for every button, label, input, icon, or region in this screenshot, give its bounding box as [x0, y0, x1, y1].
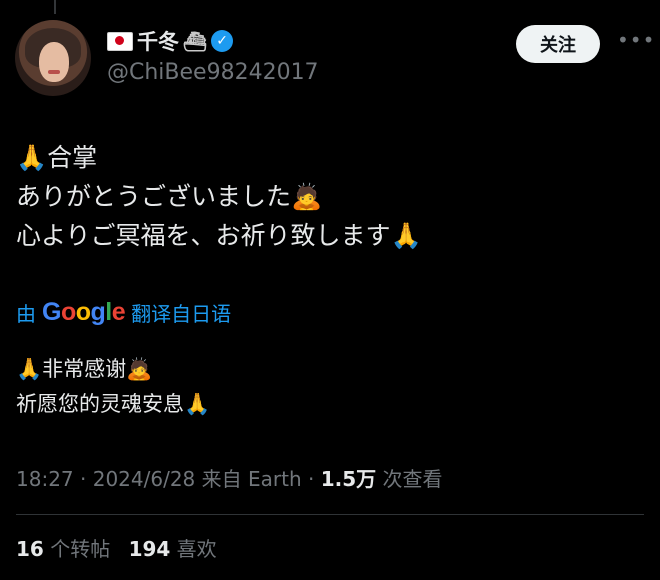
likes-count: 194 — [128, 537, 171, 561]
translated-line: 祈愿您的灵魂安息🙏 — [16, 392, 211, 416]
tweet-stats: 16 个转帖 194 喜欢 — [16, 533, 217, 562]
tweet-line: 🙏合掌 — [16, 143, 98, 172]
avatar[interactable] — [15, 20, 91, 96]
views-label: 次查看 — [382, 467, 443, 491]
google-logo: Google — [42, 298, 126, 326]
translate-suffix: 翻译自日语 — [131, 302, 232, 326]
likes-stat[interactable]: 194 喜欢 — [129, 537, 217, 561]
reposts-stat[interactable]: 16 个转帖 — [16, 537, 110, 561]
meta-separator: · — [308, 467, 321, 491]
meta-separator: · — [80, 467, 93, 491]
display-name[interactable]: 千冬 — [137, 26, 179, 56]
follow-button[interactable]: 关注 — [516, 25, 600, 63]
tweet-original-text: 🙏合掌 ありがとうございました🙇 心よりご冥福を、お祈り致します🙏 — [16, 138, 422, 255]
author-name-row[interactable]: 千冬 ⛴ ✓ — [107, 26, 234, 56]
japan-flag-icon — [107, 31, 133, 51]
thread-connector-line — [54, 0, 56, 14]
tweet-date[interactable]: 2024/6/28 — [93, 467, 196, 491]
tweet-time[interactable]: 18:27 — [16, 467, 74, 491]
translation-attribution[interactable]: 由 Google 翻译自日语 — [16, 298, 231, 327]
tweet-translated-text: 🙏非常感谢🙇 祈愿您的灵魂安息🙏 — [16, 352, 210, 422]
tweet-meta: 18:27 · 2024/6/28 来自 Earth · 1.5万 次查看 — [16, 463, 443, 492]
translated-line: 🙏非常感谢🙇 — [16, 357, 153, 381]
verified-badge-icon: ✓ — [211, 30, 234, 52]
avatar-face — [39, 42, 69, 82]
author-handle[interactable]: @ChiBee98242017 — [107, 60, 319, 85]
likes-label: 喜欢 — [176, 537, 217, 561]
more-options-icon[interactable]: ••• — [617, 28, 655, 52]
avatar-lips — [48, 70, 60, 74]
divider — [16, 514, 644, 515]
tweet-line: ありがとうございました🙇 — [16, 182, 323, 211]
tweet-line: 心よりご冥福を、お祈り致します🙏 — [16, 221, 422, 250]
translate-prefix: 由 — [16, 302, 36, 326]
reposts-label: 个转帖 — [50, 537, 111, 561]
ship-icon: ⛴ — [183, 30, 208, 53]
views-count: 1.5万 — [320, 467, 377, 491]
reposts-count: 16 — [16, 537, 44, 561]
tweet-source: 来自 Earth — [201, 467, 302, 491]
